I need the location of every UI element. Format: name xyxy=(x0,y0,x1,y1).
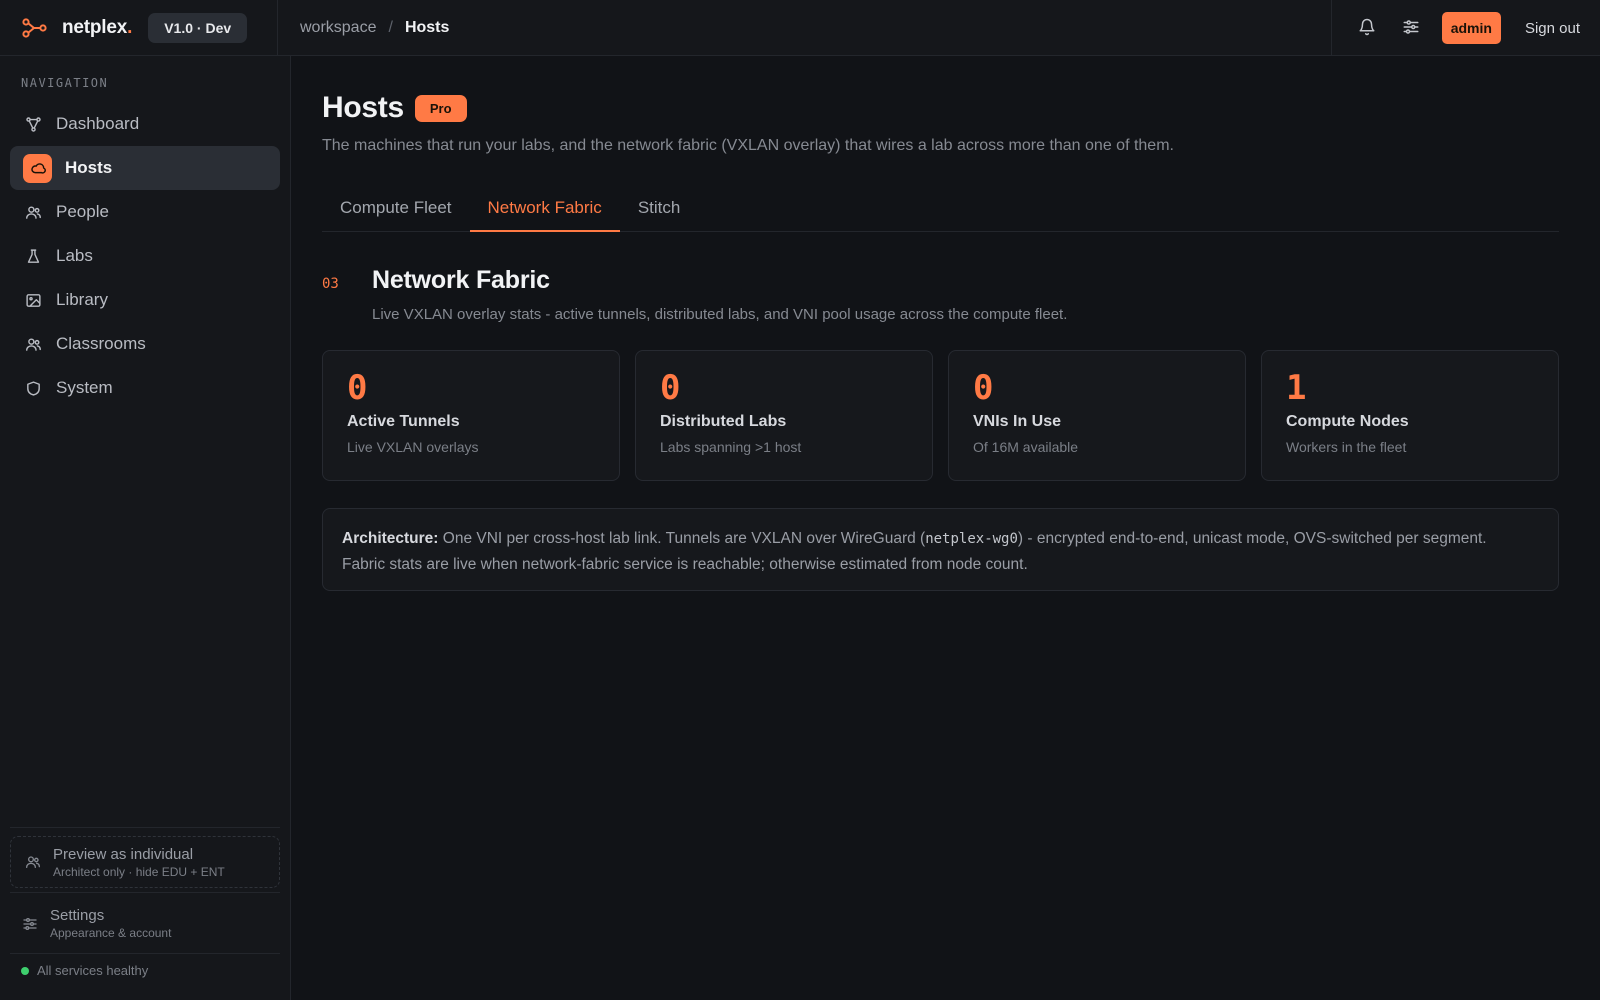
users-icon xyxy=(24,335,42,353)
users-icon xyxy=(24,203,42,221)
top-actions: admin Sign out xyxy=(1330,0,1600,56)
sidebar-item-library[interactable]: Library xyxy=(10,278,280,322)
status-dot-icon xyxy=(21,966,29,975)
breadcrumb: workspace / Hosts xyxy=(300,19,449,37)
stat-value: 1 xyxy=(1286,368,1307,408)
nav-heading: NAVIGATION xyxy=(21,76,109,90)
stat-label: Active Tunnels xyxy=(347,413,460,430)
settings-title: Settings xyxy=(50,907,105,924)
sidebar-item-dashboard[interactable]: Dashboard xyxy=(10,102,280,146)
stat-value: 0 xyxy=(347,368,368,408)
section-header: 03 Network Fabric Live VXLAN overlay sta… xyxy=(322,266,1067,323)
service-health-text: All services healthy xyxy=(37,963,149,978)
stat-subtitle: Labs spanning >1 host xyxy=(660,439,802,455)
breadcrumb-separator: / xyxy=(388,18,393,36)
settings-link[interactable]: Settings Appearance & account xyxy=(22,907,171,940)
preview-subtitle: Architect only · hide EDU + ENT xyxy=(53,864,225,879)
breadcrumb-current: Hosts xyxy=(404,18,450,36)
sidebar-item-label: System xyxy=(56,378,113,397)
bell-icon xyxy=(1358,18,1376,39)
stats-grid: 0 Active Tunnels Live VXLAN overlays 0 D… xyxy=(322,350,1559,481)
netplex-logo-icon[interactable] xyxy=(22,15,48,41)
nav-list: Dashboard Hosts People Labs Library Clas… xyxy=(10,102,280,410)
section-subtitle: Live VXLAN overlay stats - active tunnel… xyxy=(372,306,1068,323)
tab-network-fabric[interactable]: Network Fabric xyxy=(469,190,620,232)
brand: netplex. V1.0 · Dev xyxy=(0,0,278,56)
preview-title: Preview as individual xyxy=(53,845,194,863)
shield-icon xyxy=(24,379,42,397)
stat-value: 0 xyxy=(973,368,994,408)
architecture-note: Architecture: One VNI per cross-host lab… xyxy=(322,508,1559,591)
sign-out-link[interactable]: Sign out xyxy=(1525,20,1580,37)
stat-card-active-tunnels: 0 Active Tunnels Live VXLAN overlays xyxy=(322,350,620,481)
sidebar-item-label: Hosts xyxy=(65,158,113,177)
sidebar: NAVIGATION Dashboard Hosts People Labs L… xyxy=(0,56,291,1000)
sidebar-item-label: Classrooms xyxy=(56,334,146,353)
section-title: Network Fabric xyxy=(372,266,550,294)
stat-label: VNIs In Use xyxy=(973,413,1062,430)
stat-value: 0 xyxy=(660,368,681,408)
tab-compute-fleet[interactable]: Compute Fleet xyxy=(322,190,470,232)
brand-name[interactable]: netplex. xyxy=(62,17,132,39)
flask-icon xyxy=(24,247,42,265)
sidebar-item-labs[interactable]: Labs xyxy=(10,234,280,278)
page-description: The machines that run your labs, and the… xyxy=(322,137,1174,154)
settings-subtitle: Appearance & account xyxy=(50,926,172,940)
top-bar: netplex. V1.0 · Dev workspace / Hosts ad… xyxy=(0,0,1600,56)
cloud-icon xyxy=(23,153,52,183)
stat-label: Compute Nodes xyxy=(1286,413,1409,430)
section-number: 03 xyxy=(322,276,339,292)
architecture-text-before: One VNI per cross-host lab link. Tunnels… xyxy=(438,530,926,547)
role-badge[interactable]: admin xyxy=(1441,12,1501,44)
interface-name: netplex-wg0 xyxy=(925,531,1018,547)
stat-label: Distributed Labs xyxy=(660,413,787,430)
breadcrumb-workspace[interactable]: workspace xyxy=(300,19,376,37)
sidebar-item-label: People xyxy=(56,202,109,221)
sliders-icon xyxy=(1402,18,1420,39)
sidebar-item-label: Dashboard xyxy=(56,114,140,133)
graph-icon xyxy=(24,115,42,133)
architecture-label: Architecture: xyxy=(342,530,439,547)
sidebar-divider xyxy=(10,827,280,828)
sidebar-item-label: Labs xyxy=(56,246,93,265)
version-badge[interactable]: V1.0 · Dev xyxy=(148,12,248,43)
sidebar-item-label: Library xyxy=(56,290,108,309)
stat-subtitle: Live VXLAN overlays xyxy=(347,439,479,455)
brand-dot: . xyxy=(127,16,133,38)
stat-card-compute-nodes: 1 Compute Nodes Workers in the fleet xyxy=(1261,350,1559,481)
preferences-button[interactable] xyxy=(1392,9,1430,47)
stat-subtitle: Workers in the fleet xyxy=(1286,439,1407,455)
tab-bar: Compute Fleet Network Fabric Stitch xyxy=(322,190,1559,232)
page-header: Hosts Pro xyxy=(322,91,467,125)
app-root: netplex. V1.0 · Dev workspace / Hosts ad… xyxy=(0,0,1600,1000)
image-icon xyxy=(24,291,42,309)
notifications-button[interactable] xyxy=(1348,9,1386,47)
architecture-line-2: Fabric stats are live when network-fabri… xyxy=(342,556,1028,573)
sidebar-divider xyxy=(10,953,280,954)
preview-as-individual-toggle[interactable]: Preview as individual Architect only · h… xyxy=(10,836,280,888)
service-health-status: All services healthy xyxy=(21,963,148,978)
stat-subtitle: Of 16M available xyxy=(973,439,1079,455)
sidebar-item-system[interactable]: System xyxy=(10,366,280,410)
architecture-line-1: Architecture: One VNI per cross-host lab… xyxy=(342,526,1539,552)
users-icon xyxy=(25,854,41,870)
tab-stitch[interactable]: Stitch xyxy=(620,190,699,232)
sliders-icon xyxy=(22,916,38,932)
stat-card-distributed-labs: 0 Distributed Labs Labs spanning >1 host xyxy=(635,350,933,481)
pro-badge: Pro xyxy=(414,94,467,122)
architecture-text-after: ) - encrypted end-to-end, unicast mode, … xyxy=(1017,530,1487,547)
page-title: Hosts xyxy=(322,91,404,124)
stat-card-vnis-in-use: 0 VNIs In Use Of 16M available xyxy=(948,350,1246,481)
sidebar-item-classrooms[interactable]: Classrooms xyxy=(10,322,280,366)
sidebar-divider xyxy=(10,892,280,893)
sidebar-item-hosts[interactable]: Hosts xyxy=(10,146,280,190)
sidebar-item-people[interactable]: People xyxy=(10,190,280,234)
